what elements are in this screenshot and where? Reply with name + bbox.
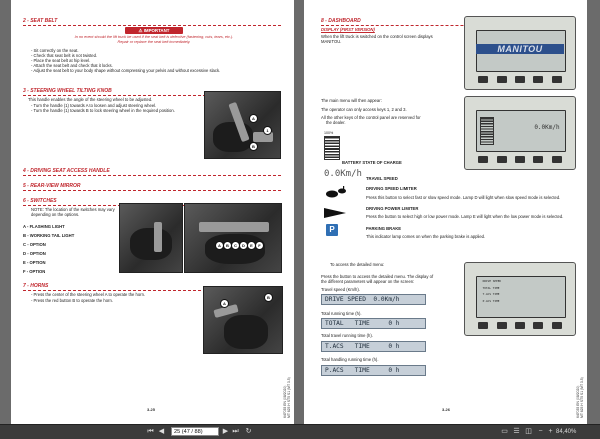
seat-belt-step: - Adjust the seat belt to your body shap… [31,68,221,73]
dashboard-intro: MANITOU. [321,39,342,44]
main-menu-text: The main menu will then appear: [321,98,382,103]
callout-1: 1 [263,126,272,135]
speed-readout: 0.0Km/h [324,169,362,179]
parking-text: This indicator lamp comes on when the pa… [366,234,486,239]
parking-title: PARKING BRAKE [366,226,402,231]
page-right: 8 - DASHBOARD DISPLAY (FIRST VERSION) Wh… [304,0,587,424]
divider [23,190,281,191]
warning-line-2: Repair or replace the seat belt immediat… [117,40,191,44]
section-title-switches: 6 - SWITCHES [23,198,57,204]
section-title-horns: 7 - HORNS [23,283,49,289]
switches-note: depending on the options. [31,212,80,217]
parking-brake-icon: P [326,224,338,236]
lcd-line: TOTAL TIME [482,285,500,290]
readout-drive-speed: DRIVE SPEED 0.0Km/h [321,294,426,305]
battery-gauge-icon [480,117,495,146]
divider [23,175,281,176]
callout-a: A [249,114,258,123]
page-number: 3-26 [442,407,451,412]
speed-limiter-text: Press this button to select fast or slow… [366,195,561,200]
two-page-view-icon[interactable]: ◫ [524,427,533,437]
single-page-view-icon[interactable]: ▭ [500,427,509,437]
zoom-level[interactable]: 84,40% [556,427,576,437]
lcd-line: P.ACS TIME [482,298,500,303]
display-detail-menu: DRIVE SPEED TOTAL TIME T.ACS TIME P.ACS … [464,262,576,336]
horns-photo: B A [203,286,283,354]
page-left: 2 - SEAT BELT ⚠ IMPORTANT In no event sh… [11,0,294,424]
travel-speed-label: TRAVEL SPEED [366,176,398,181]
section-title-seat-belt: 2 - SEAT BELT [23,18,58,24]
switch-item: D - OPTION [23,251,46,256]
total-running-caption: Total running time (h). [321,311,362,316]
zoom-out-icon[interactable]: − [536,427,545,437]
page-number: 3-25 [147,407,156,412]
detail-text: the different parameters will appear on … [321,279,415,284]
viewer-toolbar: ⏮ ◀ 25 (47 / 88) ▶ ⏭ ↻ ▭ ☰ ◫ − + 84,40% [0,424,600,439]
last-page-button[interactable]: ⏭ [231,427,240,437]
steering-text: - Turn the handle (1) towards B to lock … [31,108,175,113]
document-code: 647035 EN (08/2020) MT 625 H ST5 S1 (MT 3… [576,377,584,418]
first-page-button[interactable]: ⏮ [146,427,155,437]
section-title-steering: 3 - STEERING WHEEL TILTING KNOB [23,88,112,94]
display-main-menu: 0.0Km/h [464,96,576,170]
lcd-line: DRIVE SPEED [482,279,502,284]
travel-speed-caption: Travel speed (Km/h). [321,287,360,292]
switch-item: C - OPTION [23,242,46,247]
switch-item: E - OPTION [23,260,46,265]
detail-text: To access the detailed menu: [330,262,385,267]
speed-limiter-title: DRIVING SPEED LIMITER [366,186,417,191]
horns-text: - Press the center of the steering wheel… [31,292,146,297]
keys-text: the dealer. [326,120,346,125]
rotate-icon[interactable]: ↻ [244,427,253,437]
battery-icon [324,136,340,160]
document-viewport[interactable]: 2 - SEAT BELT ⚠ IMPORTANT In no event sh… [0,0,600,424]
readout-travel-time: T.ACS TIME 0 h [321,341,426,352]
divider [23,25,281,26]
battery-label: BATTERY STATE OF CHARGE [342,160,402,165]
next-page-button[interactable]: ▶ [221,427,230,437]
power-limiter-icon [324,206,348,218]
readout-total-time: TOTAL TIME 0 h [321,318,426,329]
total-handling-caption: Total handling running time (h). [321,357,379,362]
horns-text: - Press the red button B to operate the … [31,298,113,303]
continuous-view-icon[interactable]: ☰ [512,427,521,437]
switch-item: A - FLASHING LIGHT [23,224,65,229]
zoom-in-icon[interactable]: + [546,427,555,437]
section-title-mirror: 5 - REAR-VIEW MIRROR [23,183,81,189]
lcd-speed: 0.0Km/h [534,124,560,132]
switch-item: B - WORKING TAIL LIGHT [23,233,75,238]
callout-b: B [249,142,258,151]
warning-line-1: In no event should the lift truck be use… [74,35,234,39]
switch-item: F - OPTION [23,269,46,274]
steering-text: This handle enables the angle of the ste… [28,97,153,102]
lcd-line: T.ACS TIME [482,292,500,297]
callout-f: F [255,241,264,250]
dashboard-subtitle: DISPLAY (FIRST VERSION) [321,27,375,32]
total-travel-caption: Total travel running time (h). [321,333,373,338]
turtle-rabbit-icon [324,186,348,200]
readout-handling-time: P.ACS TIME 0 h [321,365,426,376]
page-number-input[interactable]: 25 (47 / 88) [171,427,219,436]
document-code: 647035 EN (08/2020) MT 625 H ST5 S1 (MT 3… [283,377,291,418]
callout-b: B [264,293,273,302]
important-badge: ⚠ IMPORTANT [125,27,183,34]
previous-page-button[interactable]: ◀ [157,427,166,437]
switches-photo-left [119,203,183,273]
power-limiter-text: Press the button to select high or low p… [366,214,564,219]
switches-photo-right: A B C D E F [184,203,282,273]
manitou-logo: MANITOU [476,44,564,55]
section-title-seat-access: 4 - DRIVING SEAT ACCESS HANDLE [23,168,110,174]
callout-a: A [220,299,229,308]
steering-photo: 1 A B [204,91,281,159]
keys-text: The operator can only access keys 1, 2 a… [321,107,407,112]
display-manitou: MANITOU [464,16,576,90]
power-limiter-title: DRIVING POWER LIMITER [366,206,419,211]
section-title-dashboard: 8 - DASHBOARD [321,18,361,24]
